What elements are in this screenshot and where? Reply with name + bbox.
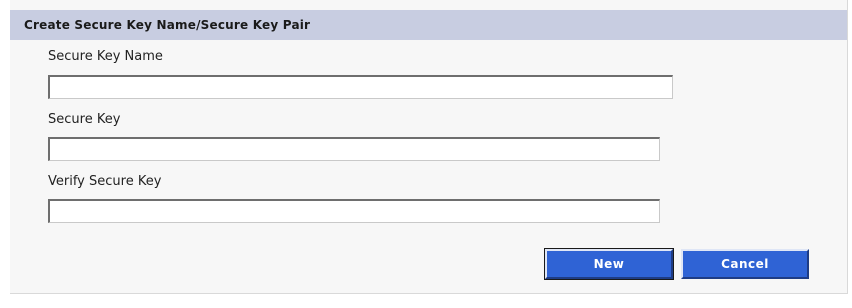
verify-secure-key-input[interactable]	[48, 199, 660, 223]
cancel-button[interactable]: Cancel	[681, 249, 809, 279]
panel-title: Create Secure Key Name/Secure Key Pair	[24, 18, 311, 32]
secure-key-input[interactable]	[48, 137, 660, 161]
secure-key-name-label: Secure Key Name	[48, 49, 163, 64]
new-button[interactable]: New	[544, 248, 674, 280]
secure-key-label: Secure Key	[48, 112, 121, 127]
verify-secure-key-label: Verify Secure Key	[48, 174, 162, 189]
panel-header: Create Secure Key Name/Secure Key Pair	[10, 10, 847, 40]
secure-key-name-input[interactable]	[48, 75, 673, 99]
secure-key-pair-panel: Create Secure Key Name/Secure Key Pair S…	[10, 0, 848, 294]
